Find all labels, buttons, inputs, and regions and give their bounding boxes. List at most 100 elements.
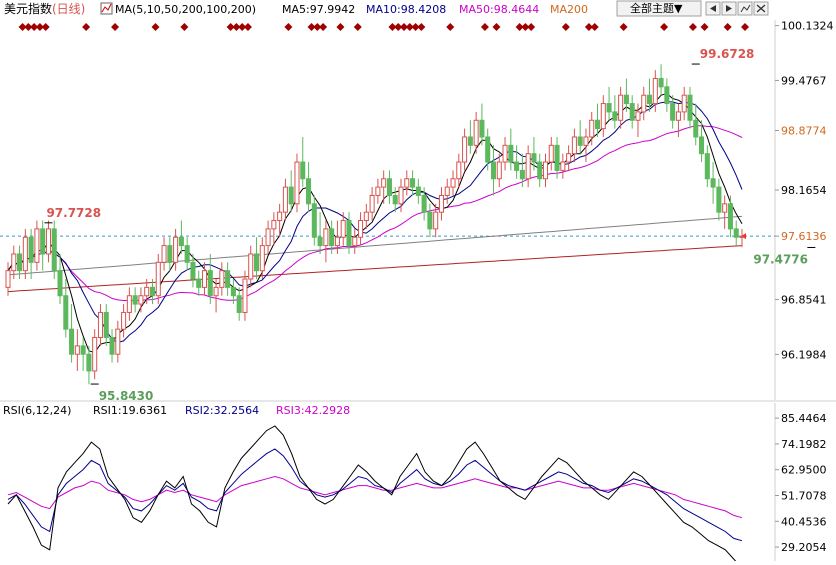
candle-up [583, 136, 589, 146]
ma100-line [7, 215, 743, 276]
candle-down [704, 153, 710, 180]
chart-canvas: 美元指数 (日线) MA(5,10,50,200,100,200) MA5:97… [0, 0, 836, 565]
price-tick-label: 100.1324 [781, 20, 834, 33]
candle-down [86, 353, 92, 372]
candle-down [392, 194, 398, 205]
candle-down [63, 295, 69, 330]
candle-down [196, 278, 202, 288]
event-markers [18, 23, 749, 31]
candle-up [265, 228, 271, 247]
event-marker-icon [111, 23, 120, 31]
candle-down [69, 328, 75, 355]
rsi-label: RSI(6,12,24) [3, 404, 71, 417]
candle-up [444, 186, 450, 196]
candle-up [22, 236, 28, 272]
candle-up [34, 228, 40, 263]
candle-down [236, 295, 242, 313]
event-marker-icon [446, 23, 455, 31]
ma50-line [7, 125, 743, 302]
candle-down [687, 94, 693, 121]
candle-down [467, 136, 473, 146]
candle-up [282, 186, 288, 213]
candle-up [155, 261, 161, 297]
rsi3-value: RSI3:42.2928 [276, 404, 350, 417]
candle-up [294, 161, 300, 205]
candle-up [589, 119, 595, 138]
event-marker-icon [741, 23, 749, 31]
candle-down [253, 253, 260, 272]
candle-up [398, 186, 404, 205]
candle-up [375, 186, 381, 196]
rsi2-line [7, 448, 743, 542]
candle-up [45, 228, 51, 255]
event-marker-icon [619, 23, 628, 31]
event-marker-icon [527, 23, 536, 31]
candle-down [167, 245, 173, 263]
candle-down [300, 161, 306, 180]
candle-up [97, 311, 103, 339]
candle-up [548, 144, 554, 163]
candle-down [531, 153, 537, 163]
event-marker-icon [180, 23, 189, 31]
candle-up [161, 245, 167, 263]
candle-down [149, 286, 156, 297]
candle-down [190, 261, 196, 280]
candle-down [427, 211, 433, 230]
candle-up [525, 153, 531, 180]
ma10-line [7, 101, 743, 344]
candle-up [381, 178, 387, 188]
candle-up [201, 270, 208, 288]
candle-down [28, 236, 34, 263]
ma50-value: MA50:98.4644 [459, 3, 539, 16]
candle-up [277, 211, 283, 222]
candle-up [675, 111, 681, 121]
candle-up [271, 220, 277, 230]
candle-down [40, 228, 46, 255]
event-marker-icon [480, 23, 489, 31]
candle-down [17, 253, 23, 272]
candle-up [334, 236, 340, 247]
candle-down [415, 186, 421, 196]
candle-up [681, 94, 687, 113]
event-marker-icon [353, 23, 362, 31]
event-marker-icon [151, 23, 160, 31]
event-marker-icon [660, 23, 669, 31]
candle-down [554, 144, 560, 171]
ma5-line [7, 92, 743, 354]
rsi3-line [7, 475, 743, 519]
candle-up [722, 203, 728, 213]
candle-up [456, 161, 462, 180]
candle-down [346, 220, 352, 247]
event-marker-icon [561, 23, 570, 31]
price-tick-label: 96.8541 [781, 294, 827, 307]
candle-down [317, 236, 323, 247]
ma-params: MA(5,10,50,200,100,200) [115, 3, 256, 16]
candle-up [248, 253, 254, 280]
price-tick-label: 96.1984 [781, 348, 827, 361]
candle-up [115, 328, 121, 355]
candle-down [577, 136, 583, 146]
candle-down [519, 169, 525, 180]
candle-down [658, 77, 664, 88]
rsi-y-axis: 85.4464 74.1982 62.9500 51.7078 40.4536 29.20… [775, 412, 827, 554]
candle-up [618, 94, 624, 121]
candle-down [230, 286, 236, 297]
event-marker-icon [284, 23, 293, 31]
candle-down [57, 270, 63, 297]
candle-down [699, 136, 705, 155]
candle-up [352, 236, 358, 247]
symbol-title: 美元指数 [4, 1, 52, 16]
candle-up [259, 245, 265, 272]
candle-up [173, 236, 179, 263]
candle-down [306, 178, 312, 205]
candle-down [490, 161, 497, 180]
price-tick-label: 97.6136 [781, 230, 827, 243]
candle-down [80, 345, 86, 355]
extreme-label: 97.4776 [753, 252, 808, 266]
event-marker-icon [82, 23, 91, 31]
candle-up [450, 178, 456, 188]
candle-up [138, 295, 144, 305]
candle-up [340, 220, 346, 238]
candle-up [502, 144, 508, 163]
ma200-label: MA200 [550, 3, 588, 16]
